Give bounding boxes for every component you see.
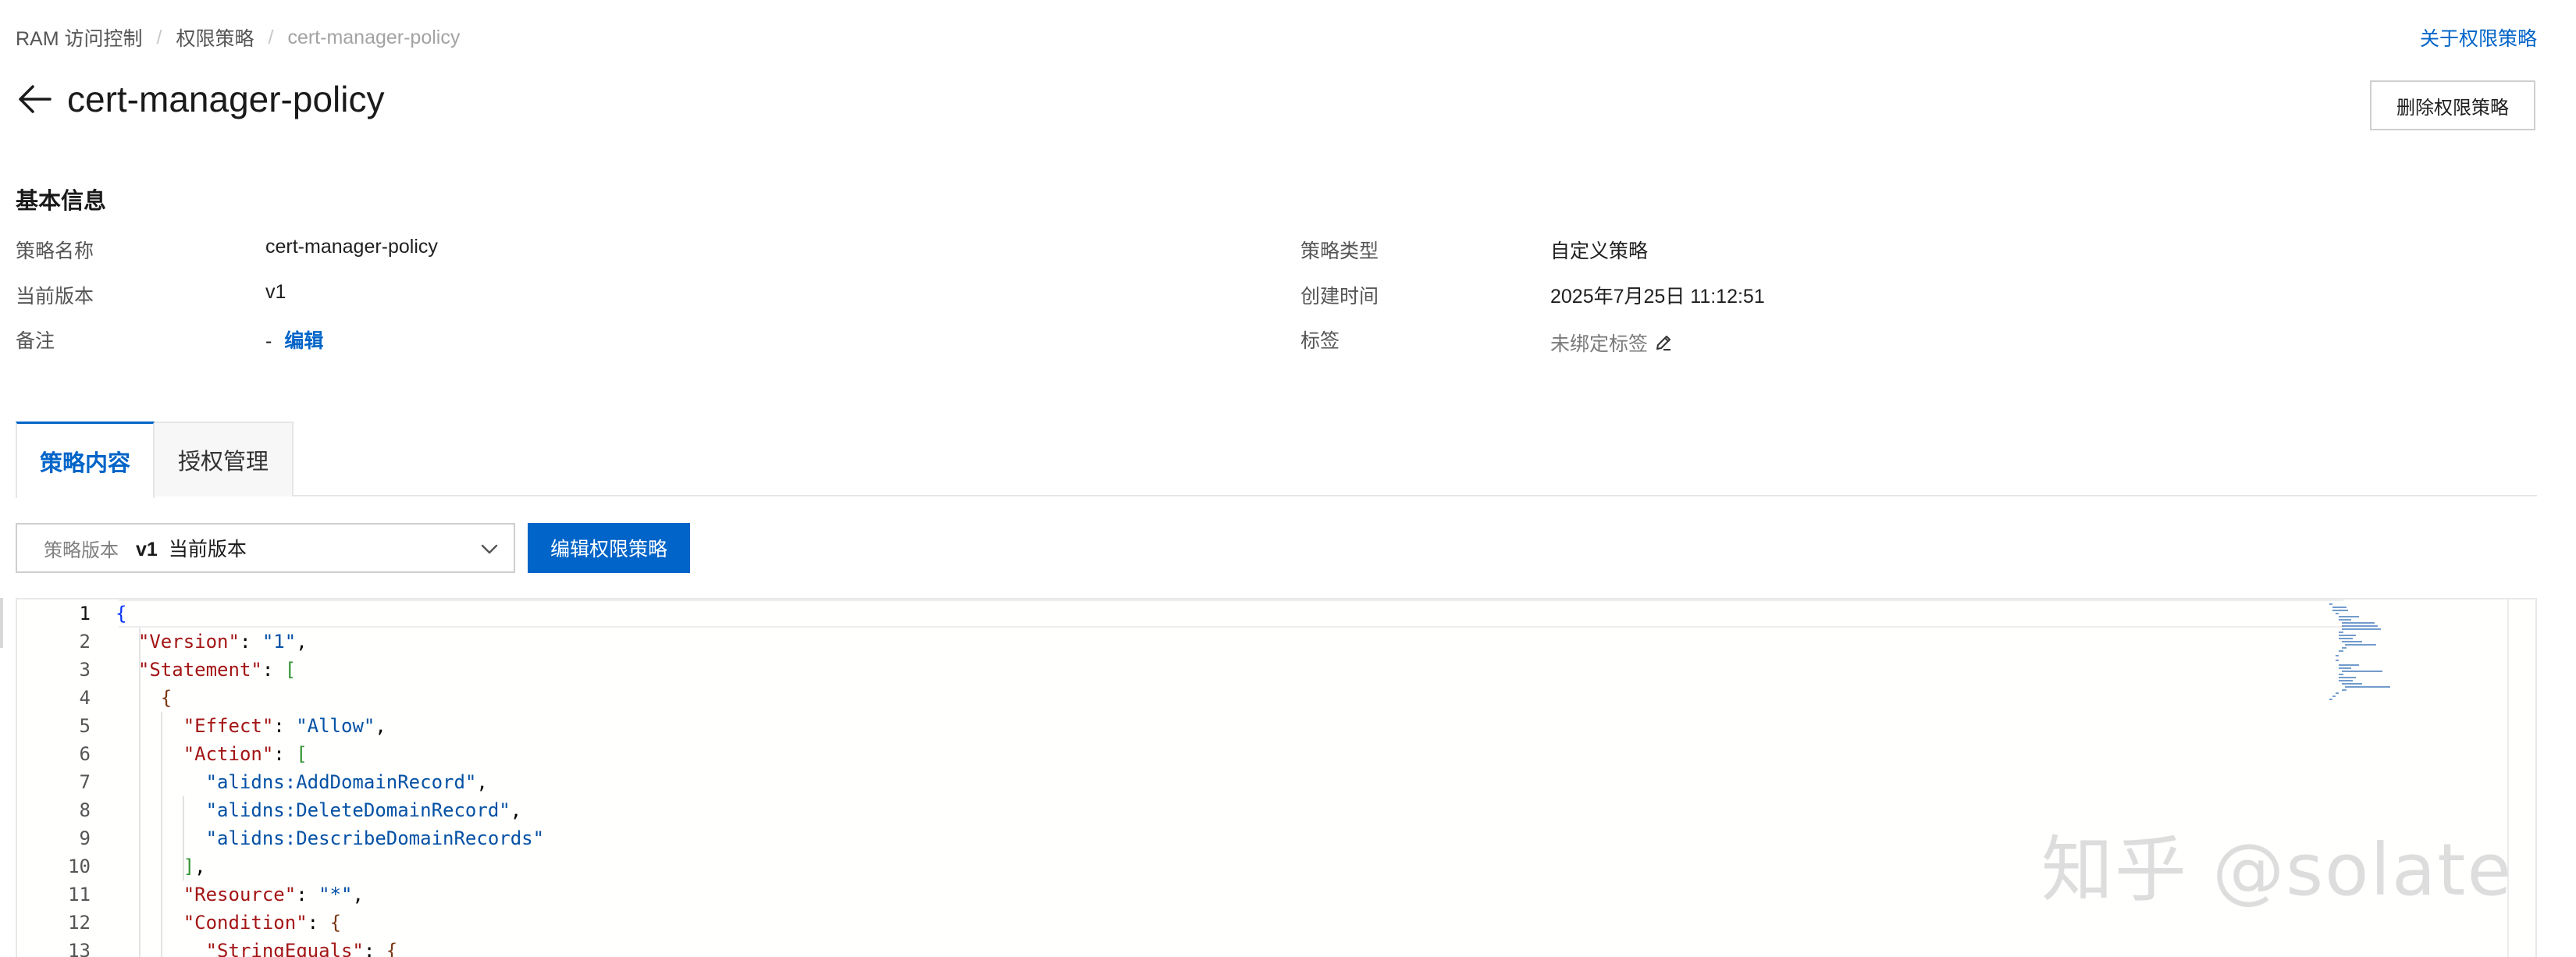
line-number: 2 (79, 631, 91, 653)
breadcrumb-current: cert-manager-policy (287, 26, 461, 48)
line-number: 3 (79, 659, 91, 681)
code-line: "StringEquals": { (205, 940, 398, 957)
code-line: "alidns:DeleteDomainRecord", (205, 799, 522, 821)
remark-text: - (265, 330, 272, 352)
line-number: 13 (68, 940, 91, 957)
line-number: 5 (79, 715, 91, 737)
current-version-value: v1 (265, 281, 286, 303)
tab-authorization[interactable]: 授权管理 (155, 422, 294, 496)
line-number-gutter: 1 2 3 4 5 6 7 8 9 10 11 12 13 (17, 599, 119, 957)
line-number: 7 (79, 771, 91, 793)
policy-type-value: 自定义策略 (1550, 240, 1649, 262)
version-number: v1 (136, 539, 158, 560)
breadcrumb-policies[interactable]: 权限策略 (176, 23, 254, 52)
policy-type-label: 策略类型 (1300, 240, 1379, 262)
code-line: "Resource": "*", (183, 884, 364, 905)
code-line: "Action": [ (183, 743, 308, 765)
breadcrumb-separator: / (156, 26, 162, 48)
current-line-highlight (119, 599, 2343, 628)
title-row: cert-manager-policy (16, 78, 384, 120)
line-number: 10 (68, 856, 91, 877)
edit-pencil-icon[interactable] (1654, 333, 1673, 352)
code-line: "Condition": { (183, 912, 342, 934)
editor-left-edge (0, 598, 3, 648)
tags-text: 未绑定标签 (1550, 333, 1649, 355)
page: RAM 访问控制 / 权限策略 / cert-manager-policy 关于… (0, 0, 2576, 957)
page-title: cert-manager-policy (67, 79, 385, 119)
indent-guide (139, 628, 141, 957)
code-line: { (116, 603, 127, 624)
code-line: "alidns:AddDomainRecord", (205, 771, 488, 793)
remark-label: 备注 (16, 330, 55, 352)
code-line: "Effect": "Allow", (183, 715, 386, 737)
policy-name-label: 策略名称 (16, 240, 94, 262)
policy-name-value: cert-manager-policy (265, 236, 438, 258)
line-number: 6 (79, 743, 91, 765)
tags-value: 未绑定标签 (1550, 329, 1673, 357)
remark-edit-link[interactable]: 编辑 (284, 330, 323, 352)
indent-guide (161, 712, 162, 957)
current-version-label: 当前版本 (16, 286, 94, 308)
tags-label: 标签 (1300, 330, 1340, 352)
code-line: "Version": "1", (137, 631, 308, 653)
edit-policy-button[interactable]: 编辑权限策略 (528, 523, 690, 573)
breadcrumb-separator: / (268, 26, 274, 48)
watermark: 知乎 @solate (2041, 828, 2514, 912)
indent-guide (183, 796, 184, 881)
line-number: 9 (79, 827, 91, 849)
about-policy-link[interactable]: 关于权限策略 (2420, 23, 2537, 52)
breadcrumb-ram[interactable]: RAM 访问控制 (16, 23, 143, 52)
tab-policy-content[interactable]: 策略内容 (16, 422, 155, 498)
code-line: "Statement": [ (137, 659, 297, 681)
line-number: 8 (79, 799, 91, 821)
policy-version-select[interactable]: 策略版本 v1 当前版本 (16, 523, 515, 573)
created-time-value: 2025年7月25日 11:12:51 (1550, 286, 1765, 308)
breadcrumb: RAM 访问控制 / 权限策略 / cert-manager-policy (16, 23, 460, 52)
remark-value: - 编辑 (265, 326, 323, 354)
delete-policy-button[interactable]: 删除权限策略 (2370, 80, 2535, 130)
line-number: 4 (79, 687, 91, 709)
code-line: { (160, 687, 173, 709)
version-select-value: v1 当前版本 (136, 534, 247, 562)
code-line: "alidns:DescribeDomainRecords" (205, 827, 545, 849)
basic-info-heading: 基本信息 (16, 189, 107, 214)
back-arrow-icon[interactable] (16, 80, 55, 119)
created-time-label: 创建时间 (1300, 286, 1379, 308)
tab-bar: 策略内容 授权管理 (16, 422, 2537, 498)
line-number: 1 (79, 603, 91, 624)
editor-minimap[interactable] (2328, 601, 2421, 742)
line-number: 11 (68, 884, 91, 905)
version-select-label: 策略版本 (44, 539, 119, 561)
version-suffix: 当前版本 (168, 539, 247, 560)
chevron-down-icon (481, 544, 498, 554)
line-number: 12 (68, 912, 91, 934)
